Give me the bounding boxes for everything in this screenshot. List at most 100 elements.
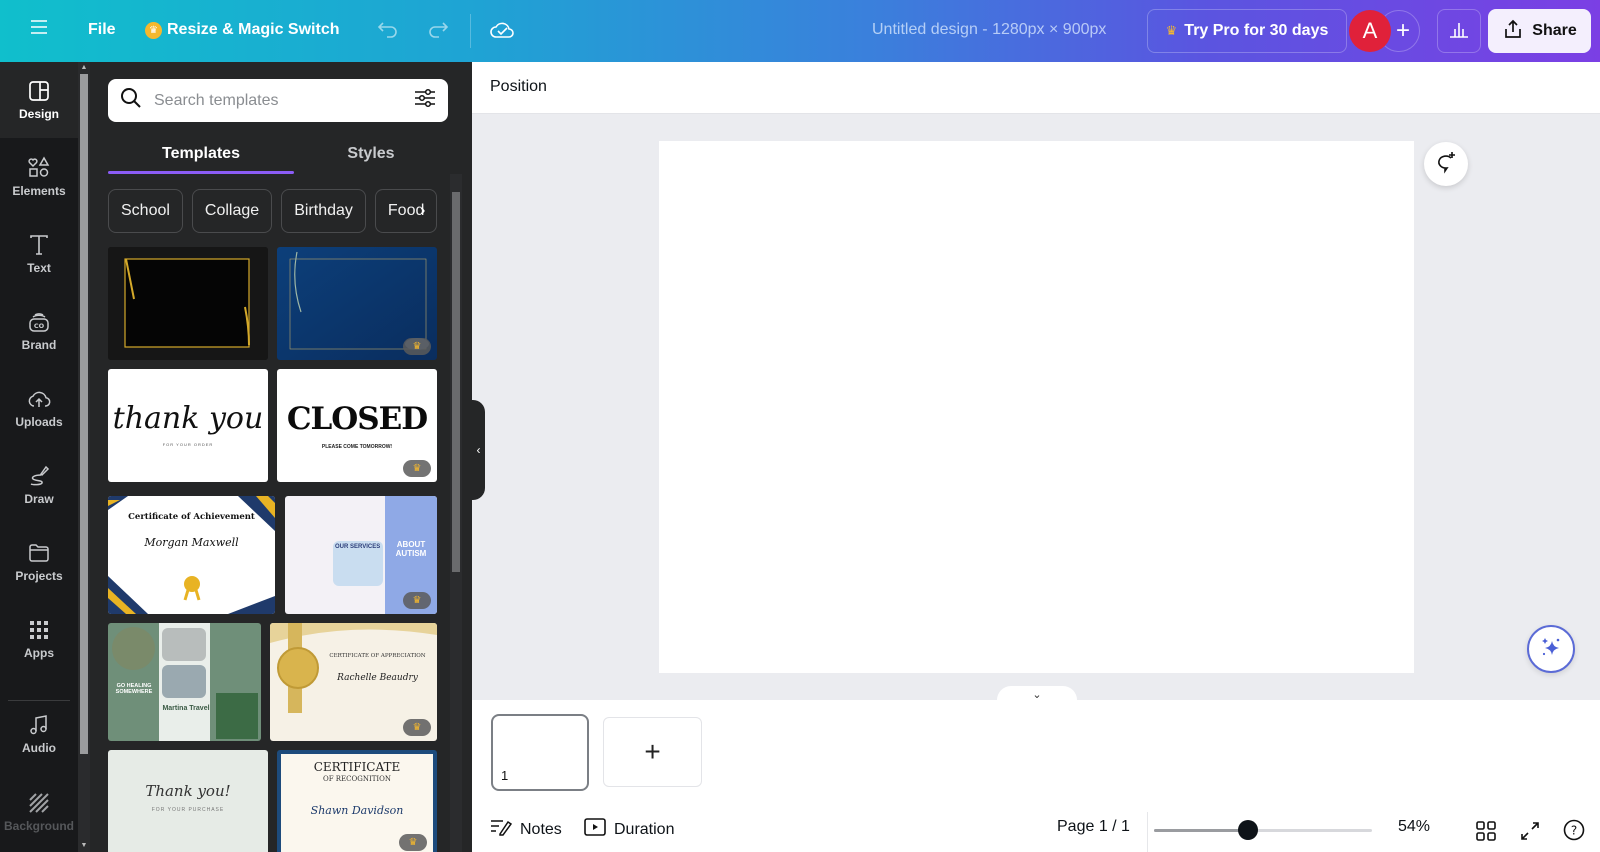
magic-assistant-button[interactable]	[1527, 625, 1575, 673]
scroll-up-arrow-icon[interactable]: ▲	[80, 64, 88, 72]
zoom-slider-handle[interactable]	[1237, 820, 1258, 840]
background-pattern-icon	[29, 793, 49, 813]
rail-item-apps[interactable]: Apps	[0, 601, 78, 677]
rail-scrollbar[interactable]: ▲ ▼	[78, 62, 90, 852]
template-card[interactable]: Thank you! FOR YOUR PURCHASE	[108, 750, 268, 852]
hide-pages-toggle[interactable]: ⌄	[997, 686, 1077, 702]
add-page-button[interactable]: +	[603, 717, 702, 787]
rail-item-text[interactable]: Text	[0, 216, 78, 292]
redo-icon	[427, 19, 449, 39]
chip-school[interactable]: School	[108, 189, 183, 233]
brand-icon: CO	[29, 313, 49, 332]
pro-crown-icon: ♛	[403, 719, 431, 736]
chip-collage[interactable]: Collage	[191, 189, 273, 233]
share-button[interactable]: Share	[1488, 9, 1591, 53]
rail-item-design[interactable]: Design	[0, 62, 78, 138]
rail-item-background[interactable]: Background	[0, 774, 78, 850]
rail-scroll-thumb[interactable]	[80, 74, 88, 754]
template-card[interactable]: ABOUT AUTISM OUR SERVICES ♛	[285, 496, 437, 614]
rail-item-label: Uploads	[15, 415, 63, 429]
rail-item-label: Brand	[21, 338, 57, 352]
duration-button[interactable]: Duration	[584, 818, 674, 841]
rail-item-draw[interactable]: Draw	[0, 447, 78, 523]
panel-tabs: Templates Styles	[108, 134, 448, 174]
search-templates-input[interactable]: Search templates	[108, 79, 448, 122]
template-title: thank you	[112, 401, 264, 436]
svg-text:CO: CO	[34, 322, 45, 330]
notes-button[interactable]: Notes	[490, 818, 562, 841]
rail-item-audio[interactable]: Audio	[0, 696, 78, 772]
template-card[interactable]: CLOSED PLEASE COME TOMORROW! ♛	[277, 369, 437, 482]
rail-item-projects[interactable]: Projects	[0, 524, 78, 600]
search-icon	[120, 87, 142, 114]
template-card[interactable]: CERTIFICATE OF APPRECIATION Rachelle Bea…	[270, 623, 437, 741]
position-button[interactable]: Position	[490, 78, 547, 96]
template-subtitle: Rachelle Beaudry	[337, 673, 418, 683]
play-box-icon	[584, 818, 606, 841]
chip-birthday[interactable]: Birthday	[281, 189, 366, 233]
duration-label: Duration	[614, 820, 675, 838]
zoom-slider[interactable]	[1154, 820, 1372, 840]
template-card[interactable]: Certificate of Achievement Morgan Maxwel…	[108, 496, 275, 614]
add-comment-button[interactable]	[1424, 142, 1468, 186]
bar-chart-icon	[1448, 19, 1470, 44]
chip-food[interactable]: Food	[374, 189, 438, 233]
template-card[interactable]: thank you FOR YOUR ORDER	[108, 369, 268, 482]
save-status-button[interactable]	[489, 18, 515, 40]
zoom-percent[interactable]: 54%	[1398, 818, 1430, 836]
pro-crown-icon: ♛	[403, 338, 431, 355]
grid-view-button[interactable]	[1476, 821, 1496, 846]
template-title: Certificate of Achievement	[128, 512, 255, 522]
grid-view-icon	[1476, 821, 1496, 846]
template-card[interactable]: GO HEALING SOMEWHERE Martina Travel	[108, 623, 261, 741]
panel-scrollbar[interactable]	[450, 174, 462, 852]
try-pro-label: Try Pro for 30 days	[1184, 22, 1329, 39]
scroll-down-arrow-icon[interactable]: ▼	[80, 842, 88, 850]
panel-scroll-thumb[interactable]	[452, 192, 460, 572]
pro-crown-icon: ♛	[403, 592, 431, 609]
help-button[interactable]: ?	[1563, 819, 1585, 846]
template-subtitle: Morgan Maxwell	[144, 536, 239, 549]
music-note-icon	[30, 715, 47, 735]
sparkle-icon	[1539, 635, 1563, 664]
undo-button[interactable]	[377, 19, 399, 39]
collapse-panel-handle[interactable]: ‹	[472, 400, 485, 500]
template-title: CERTIFICATE OF APPRECIATION	[329, 653, 426, 659]
template-card[interactable]: CERTIFICATE OF RECOGNITION Shawn Davidso…	[277, 750, 437, 852]
user-avatar[interactable]: A	[1349, 10, 1391, 52]
insights-button[interactable]	[1437, 9, 1481, 53]
tab-templates[interactable]: Templates	[108, 134, 294, 174]
template-card[interactable]: ♛	[277, 247, 437, 360]
zoom-slider-fill	[1154, 829, 1248, 832]
rail-item-uploads[interactable]: Uploads	[0, 370, 78, 446]
template-card[interactable]	[108, 247, 268, 360]
document-title[interactable]: Untitled design - 1280px × 900px	[872, 21, 1106, 39]
templates-panel: Search templates Templates Styles School…	[90, 62, 472, 852]
template-subtitle: FOR YOUR ORDER	[162, 442, 214, 447]
apps-grid-icon	[30, 621, 48, 639]
upload-share-icon	[1502, 18, 1524, 45]
shapes-icon	[28, 156, 50, 177]
resize-magic-switch-button[interactable]: ♛ Resize & Magic Switch	[145, 21, 340, 39]
main-menu-button[interactable]	[30, 19, 48, 35]
redo-button[interactable]	[427, 19, 449, 39]
try-pro-button[interactable]: ♛ Try Pro for 30 days	[1147, 9, 1347, 53]
cloud-check-icon	[489, 18, 515, 40]
fullscreen-button[interactable]	[1520, 821, 1540, 846]
template-title: Thank you!	[145, 782, 231, 800]
rail-item-label: Draw	[24, 492, 54, 506]
design-canvas[interactable]	[659, 141, 1414, 673]
rail-item-elements[interactable]: Elements	[0, 139, 78, 215]
template-title: CLOSED	[286, 401, 428, 437]
add-comment-icon	[1434, 150, 1458, 179]
page-thumbnail[interactable]: 1	[491, 714, 589, 791]
file-menu-button[interactable]: File	[88, 21, 116, 39]
chevron-down-icon: ⌄	[1032, 688, 1042, 701]
page-indicator[interactable]: Page 1 / 1	[1057, 818, 1130, 836]
tab-styles[interactable]: Styles	[294, 134, 448, 174]
crown-icon: ♛	[1165, 23, 1178, 38]
filter-sliders-icon[interactable]	[414, 87, 436, 114]
rail-item-brand[interactable]: CO Brand	[0, 293, 78, 369]
pen-draw-icon	[30, 465, 50, 486]
chevron-right-icon[interactable]: ›	[420, 202, 425, 220]
